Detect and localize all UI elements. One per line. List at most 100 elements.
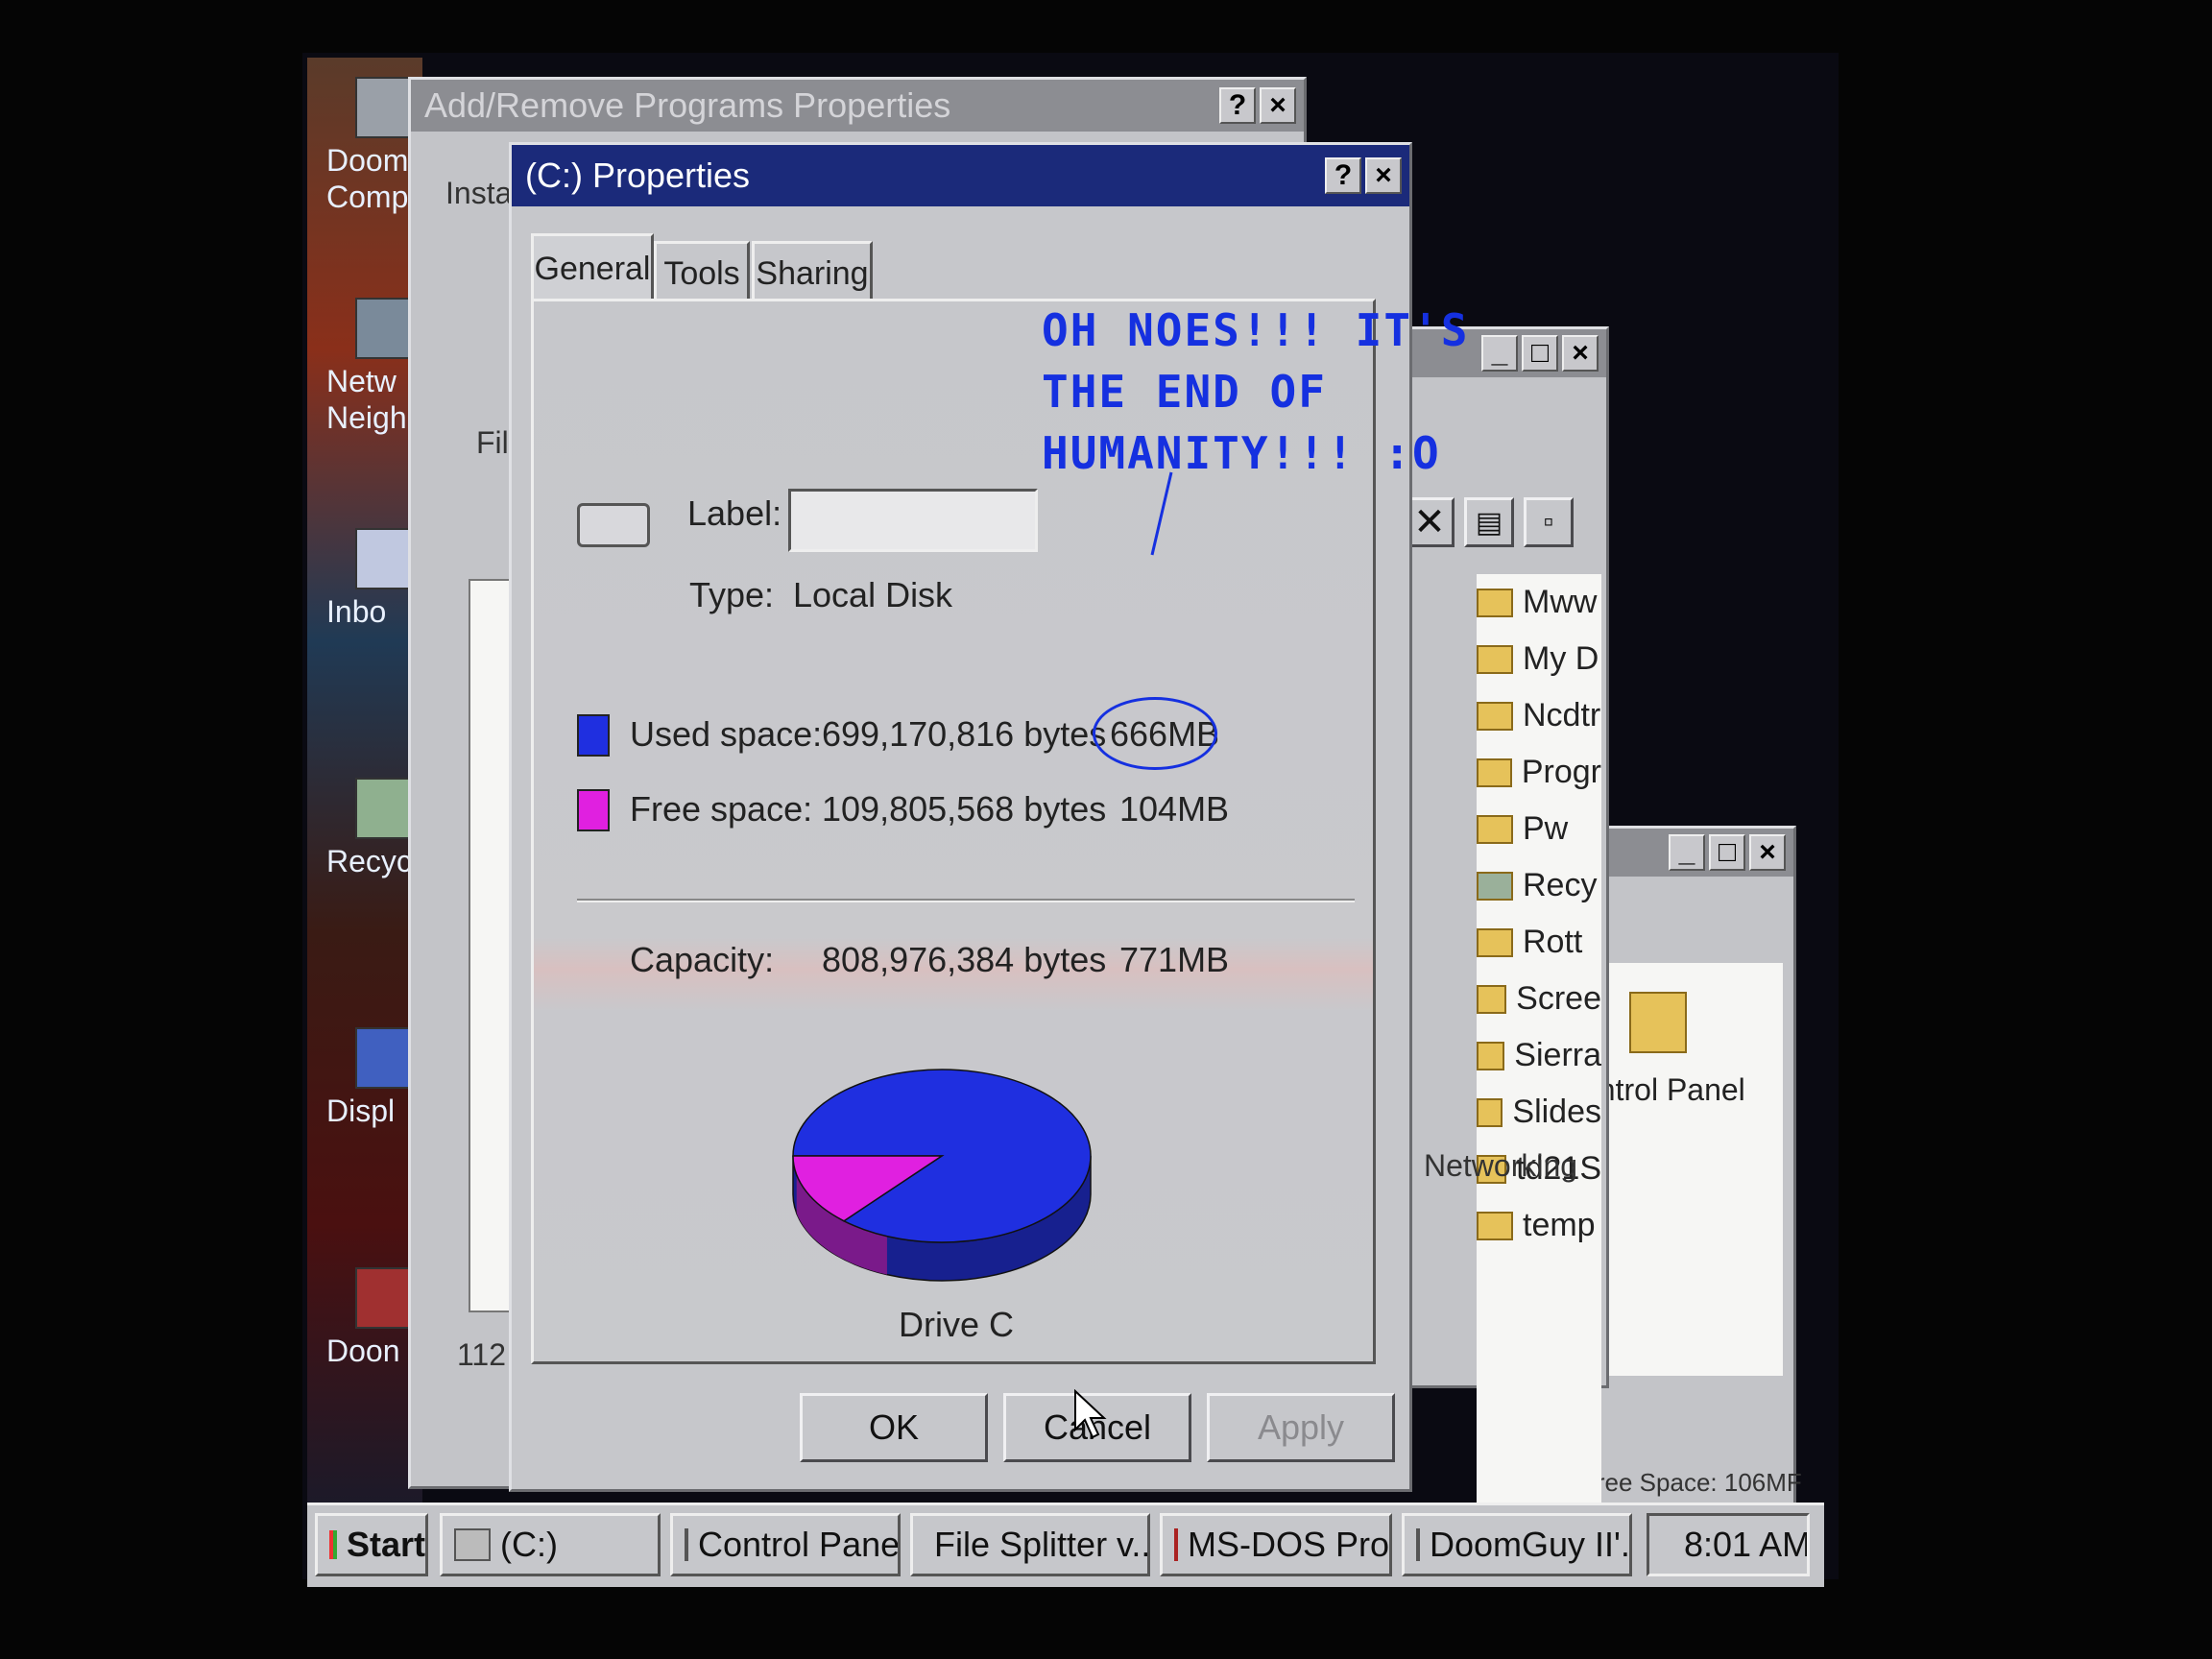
list-item[interactable]: Rott bbox=[1477, 914, 1601, 971]
dialog-titlebar: (C:) Properties ? × bbox=[512, 145, 1409, 206]
list-item[interactable]: temp bbox=[1477, 1197, 1601, 1254]
used-space-caption: Used space: bbox=[630, 714, 823, 754]
list-item[interactable]: Recy bbox=[1477, 857, 1601, 914]
task-control-panel[interactable]: Control Panel bbox=[670, 1513, 901, 1576]
list-item[interactable]: Sierra bbox=[1477, 1027, 1601, 1084]
taskbar: Start (C:) Control Panel File Splitter v… bbox=[307, 1503, 1824, 1587]
capacity-mb: 771MB bbox=[1119, 940, 1230, 979]
list-item[interactable]: Ncdtr bbox=[1477, 687, 1601, 744]
explorer-toolbar: ✕ ▤ ▫ bbox=[1405, 497, 1574, 547]
free-space-status: Free Space: 106MF bbox=[1581, 1468, 1802, 1497]
folder-label: Progr bbox=[1521, 754, 1601, 790]
status-count: 112 bbox=[457, 1337, 507, 1372]
control-panel-item-label[interactable]: ontrol Panel bbox=[1581, 1072, 1783, 1108]
clock[interactable]: 8:01 AM bbox=[1684, 1525, 1807, 1565]
close-button[interactable]: × bbox=[1562, 335, 1599, 372]
tab-general[interactable]: General bbox=[531, 233, 654, 302]
annotation-line: THE END OF bbox=[1042, 366, 1327, 418]
used-space-swatch bbox=[577, 714, 610, 757]
desktop-icon-label: Displ bbox=[326, 1094, 396, 1128]
capacity-caption: Capacity: bbox=[630, 940, 775, 979]
folder-icon bbox=[1477, 927, 1513, 957]
start-label: Start bbox=[346, 1525, 425, 1564]
list-item[interactable]: Slides bbox=[1477, 1084, 1601, 1141]
explorer-file-list[interactable]: Mww My D Ncdtr Progr Pw Recy Rott Scree … bbox=[1477, 574, 1601, 1573]
list-item[interactable]: Mww bbox=[1477, 574, 1601, 631]
view-icon[interactable]: ▫ bbox=[1524, 497, 1574, 547]
folder-label: Pw bbox=[1523, 810, 1569, 847]
mouse-cursor-icon bbox=[1074, 1389, 1107, 1439]
list-item[interactable]: Scree bbox=[1477, 971, 1601, 1027]
folder-label: temp bbox=[1523, 1207, 1596, 1243]
drive-caption: Drive C bbox=[898, 1305, 1014, 1344]
folder-icon bbox=[1477, 1041, 1505, 1070]
tab-tools[interactable]: Tools bbox=[654, 241, 750, 304]
help-button[interactable]: ? bbox=[1219, 87, 1256, 124]
annotation-pointer-line bbox=[1150, 471, 1173, 556]
used-space-bytes: 699,170,816 bytes bbox=[822, 714, 1107, 754]
desktop-icon-label: Doon bbox=[326, 1334, 400, 1368]
system-tray: 8:01 AM bbox=[1647, 1513, 1810, 1576]
minimize-button[interactable]: _ bbox=[1481, 335, 1518, 372]
list-item[interactable]: Pw bbox=[1477, 801, 1601, 857]
close-button[interactable]: × bbox=[1749, 834, 1786, 871]
list-item[interactable]: My D bbox=[1477, 631, 1601, 687]
control-panel-content: ontrol Panel bbox=[1581, 963, 1783, 1376]
folder-icon bbox=[1477, 814, 1513, 844]
recycle-bin-icon bbox=[1477, 871, 1513, 901]
task-label: DoomGuy II'... bbox=[1430, 1525, 1632, 1564]
task-drive-c[interactable]: (C:) bbox=[440, 1513, 661, 1576]
label-caption: Label: bbox=[687, 493, 782, 533]
minimize-button[interactable]: _ bbox=[1669, 834, 1705, 871]
annotation-line: HUMANITY!!! :O bbox=[1042, 427, 1441, 479]
start-button[interactable]: Start bbox=[315, 1513, 428, 1576]
task-label: (C:) bbox=[500, 1525, 558, 1564]
task-ms-dos-prompt[interactable]: MS-DOS Pro... bbox=[1160, 1513, 1392, 1576]
explorer-status-text: Networking bbox=[1424, 1148, 1578, 1183]
control-panel-icon[interactable] bbox=[1629, 992, 1687, 1053]
folder-icon bbox=[1477, 757, 1512, 787]
task-file-splitter[interactable]: File Splitter v... bbox=[910, 1513, 1150, 1576]
help-button[interactable]: ? bbox=[1325, 157, 1361, 194]
annotation-line: OH NOES!!! IT'S bbox=[1042, 304, 1470, 356]
folder-icon bbox=[1477, 588, 1513, 617]
computer-icon bbox=[1416, 1528, 1420, 1561]
maximize-button[interactable]: □ bbox=[1709, 834, 1745, 871]
close-button[interactable]: × bbox=[1365, 157, 1402, 194]
add-remove-titlebar: Add/Remove Programs Properties ? × bbox=[411, 80, 1304, 132]
apply-button[interactable]: Apply bbox=[1207, 1393, 1395, 1462]
maximize-button[interactable]: □ bbox=[1522, 335, 1558, 372]
close-button[interactable]: × bbox=[1260, 87, 1296, 124]
folder-icon bbox=[1477, 984, 1507, 1014]
task-label: Control Panel bbox=[698, 1525, 901, 1564]
folder-icon bbox=[1477, 1211, 1513, 1240]
folder-icon bbox=[1477, 701, 1513, 731]
folder-icon bbox=[1477, 1097, 1503, 1127]
free-space-caption: Free space: bbox=[630, 789, 813, 829]
list-item[interactable]: Progr bbox=[1477, 744, 1601, 801]
desktop-icon-label: Recycl bbox=[326, 844, 420, 878]
windows-logo-icon bbox=[329, 1530, 337, 1559]
task-doomguy[interactable]: DoomGuy II'... bbox=[1402, 1513, 1632, 1576]
task-label: File Splitter v... bbox=[934, 1525, 1150, 1564]
control-panel-icon bbox=[685, 1528, 688, 1561]
folder-icon bbox=[1477, 644, 1513, 674]
type-value: Local Disk bbox=[793, 575, 953, 614]
folder-label: Recy bbox=[1523, 867, 1598, 903]
control-panel-titlebar: _ □ × bbox=[1577, 829, 1793, 877]
annotation-text: OH NOES!!! IT'S THE END OF HUMANITY!!! :… bbox=[1042, 300, 1469, 484]
task-label: MS-DOS Pro... bbox=[1188, 1525, 1390, 1564]
desktop-icon-label: Inbo bbox=[326, 594, 387, 629]
drive-icon bbox=[454, 1528, 491, 1561]
drive-label-input[interactable] bbox=[788, 489, 1038, 552]
folder-label: Rott bbox=[1523, 924, 1583, 960]
folder-label: My D bbox=[1523, 640, 1599, 677]
annotation-circle bbox=[1093, 697, 1217, 770]
properties-icon[interactable]: ▤ bbox=[1464, 497, 1514, 547]
divider bbox=[577, 899, 1355, 902]
ms-dos-icon bbox=[1174, 1528, 1178, 1561]
explorer-window[interactable]: _ □ × ✕ ▤ ▫ Mww My D Ncdtr Progr Pw Recy… bbox=[1382, 326, 1609, 1573]
tab-sharing[interactable]: Sharing bbox=[752, 241, 873, 304]
disk-usage-pie-chart bbox=[792, 1069, 1092, 1282]
ok-button[interactable]: OK bbox=[800, 1393, 988, 1462]
